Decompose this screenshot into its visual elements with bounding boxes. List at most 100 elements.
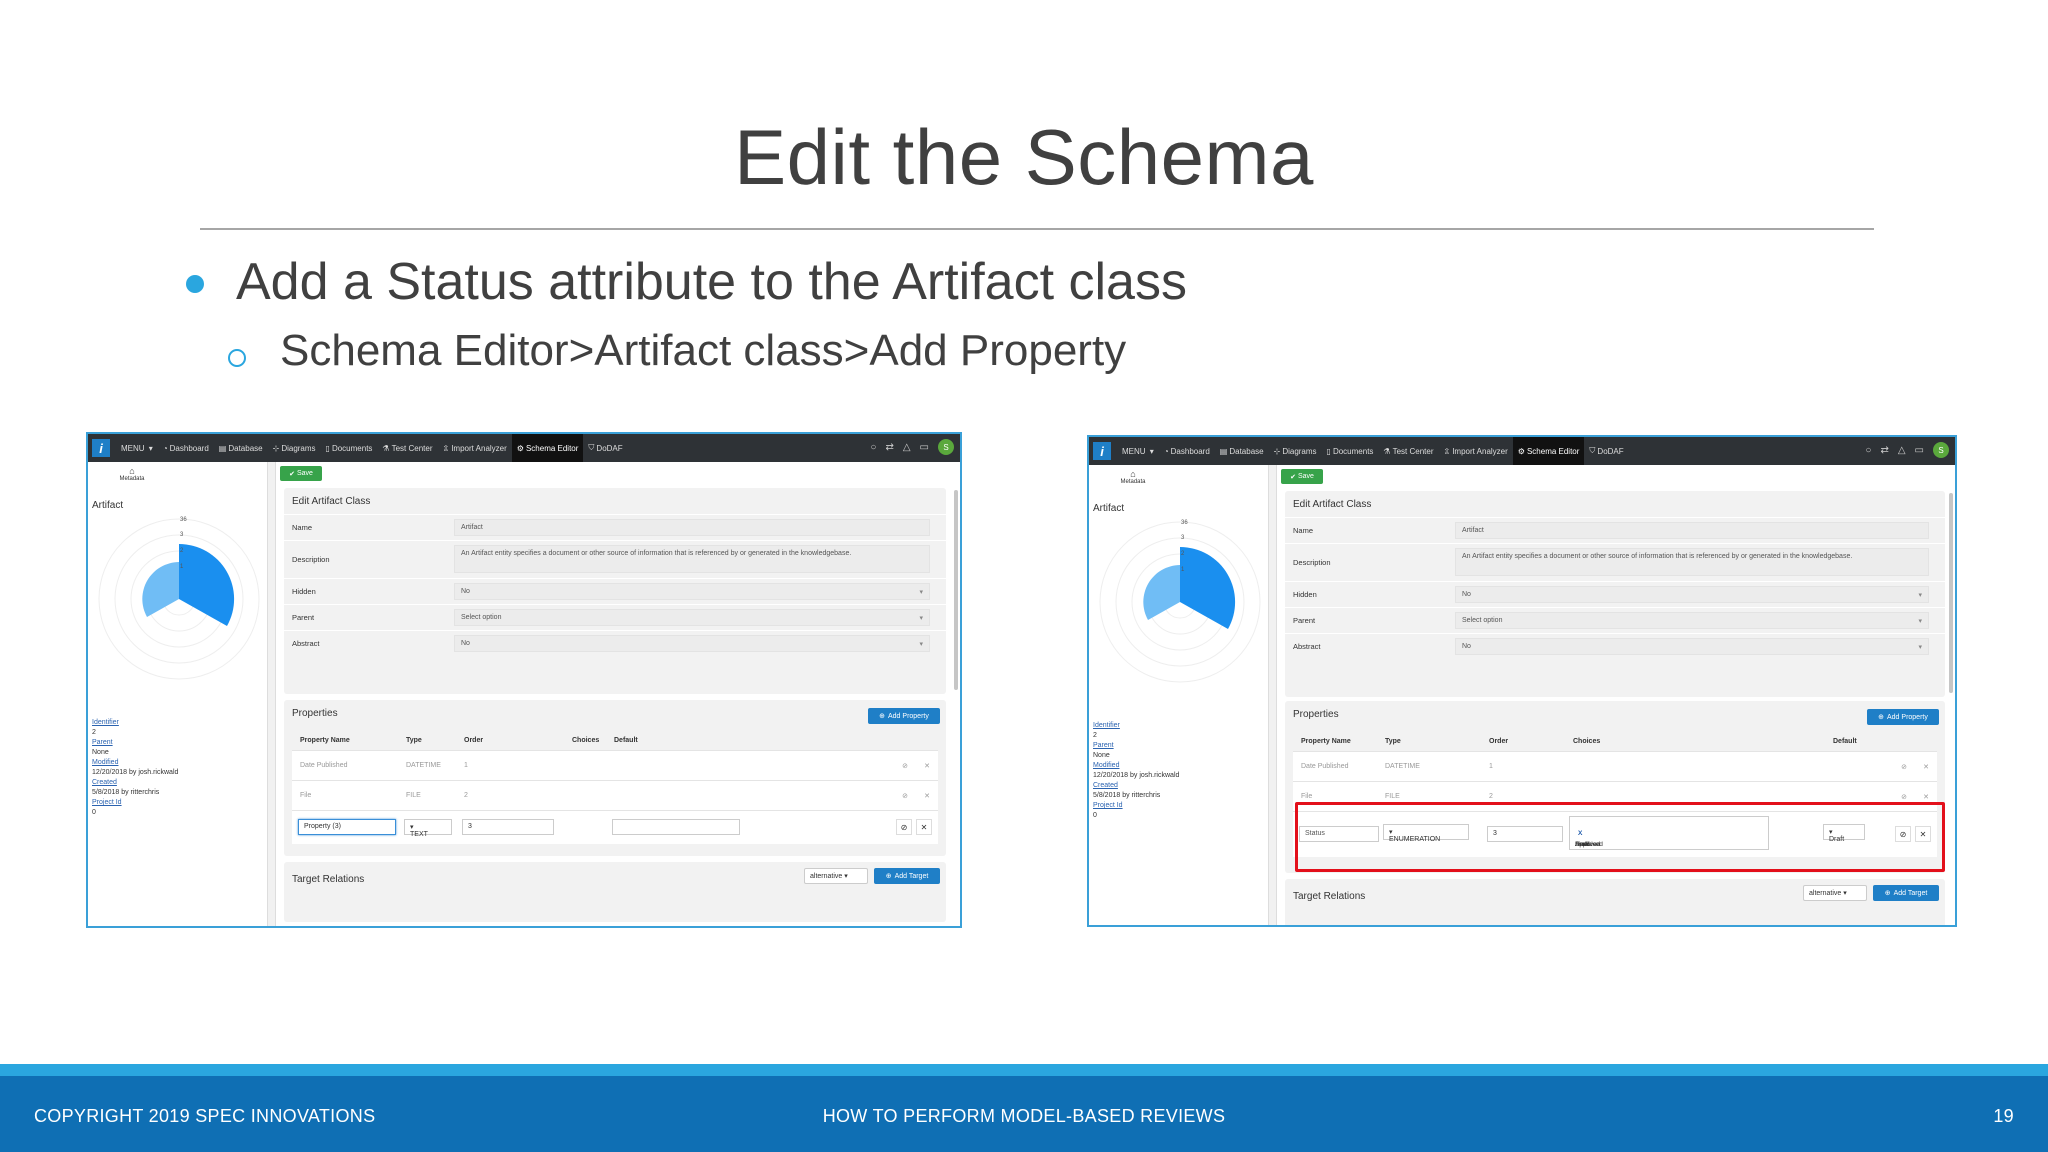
type-select[interactable]: TEXT ▾	[404, 819, 452, 838]
nav-menu[interactable]: MENU ▾	[116, 434, 158, 462]
folder-icon[interactable]: ▭	[920, 442, 929, 453]
hide-toggle-icon[interactable]: ⊘	[896, 819, 912, 835]
relation-select[interactable]: alternative ▾	[804, 868, 868, 884]
new-property-row: Property (3) TEXT ▾ 3 ⊘ ✕	[292, 810, 938, 844]
avatar[interactable]: S	[938, 439, 954, 455]
nav-dodaf[interactable]: ⛉ DoDAF	[1584, 437, 1628, 465]
scrollbar[interactable]	[954, 490, 958, 690]
sync-icon[interactable]: ⇄	[1880, 445, 1888, 456]
footer-stripe	[0, 1064, 2048, 1076]
hide-icon: ⊘	[902, 793, 908, 800]
title-divider	[200, 228, 1874, 230]
nav-diagrams[interactable]: ⊹ Diagrams	[1269, 437, 1322, 465]
gears-icon: ⚙	[1517, 446, 1525, 456]
nav-documents[interactable]: ▯ Documents	[1322, 437, 1379, 465]
hide-icon: ⊘	[1901, 794, 1907, 801]
abstract-row: Abstract No ▾	[1285, 633, 1945, 659]
save-button[interactable]: ✔ Save	[1281, 469, 1323, 484]
default-input[interactable]	[612, 819, 740, 835]
pane-splitter[interactable]	[1269, 465, 1277, 925]
avatar[interactable]: S	[1933, 442, 1949, 458]
target-relations-title: Target Relations	[1293, 891, 1366, 902]
bell-icon[interactable]: △	[903, 442, 911, 453]
property-name-input[interactable]: Property (3)	[298, 819, 396, 835]
close-icon: ✕	[924, 763, 930, 770]
scrollbar[interactable]	[1949, 493, 1953, 693]
chat-icon[interactable]: ○	[870, 442, 876, 453]
save-button[interactable]: ✔ Save	[280, 466, 322, 481]
nav-test-center[interactable]: ⚗ Test Center	[377, 434, 437, 462]
radar-tick: 36	[180, 517, 187, 523]
radar-tick: 36	[1181, 520, 1188, 526]
app-logo-icon[interactable]: i	[1093, 442, 1111, 460]
nav-documents[interactable]: ▯ Documents	[321, 434, 378, 462]
shield-icon: ⛉	[588, 443, 595, 452]
pane-splitter[interactable]	[268, 462, 276, 926]
metadata-tab[interactable]: ⌂ Metadata	[112, 466, 152, 484]
nav-dashboard[interactable]: ◔ Dashboard	[158, 434, 214, 462]
parent-select[interactable]: Select option ▾	[454, 609, 930, 626]
chat-icon[interactable]: ○	[1865, 445, 1871, 456]
radar-slice-primary	[1180, 546, 1236, 629]
table-row[interactable]: Date Published DATETIME 1 ⊘ ✕	[1293, 751, 1937, 781]
name-field[interactable]: Artifact	[1455, 522, 1929, 539]
radar-slice-primary	[179, 543, 235, 626]
order-input[interactable]: 3	[462, 819, 554, 835]
bullet-level-1: Add a Status attribute to the Artifact c…	[186, 252, 1187, 312]
name-field[interactable]: Artifact	[454, 519, 930, 536]
description-row: Description An Artifact entity specifies…	[1285, 543, 1945, 581]
nav-database[interactable]: ▤ Database	[214, 434, 268, 462]
nav-diagrams[interactable]: ⊹ Diagrams	[268, 434, 321, 462]
hide-icon: ⊘	[902, 763, 908, 770]
hidden-select[interactable]: No ▾	[1455, 586, 1929, 603]
bell-icon[interactable]: △	[1898, 445, 1906, 456]
properties-title: Properties	[292, 708, 338, 719]
screenshot-before: i MENU ▾ ◔ Dashboard ▤ Database ⊹ Diagrams …	[86, 432, 962, 928]
close-icon: ✕	[1923, 794, 1929, 801]
flask-icon: ⚗	[1383, 446, 1391, 456]
nav-import-analyzer[interactable]: ⇫ Import Analyzer	[438, 434, 512, 462]
nav-import-analyzer[interactable]: ⇫ Import Analyzer	[1439, 437, 1513, 465]
add-property-button[interactable]: ⊕ Add Property	[868, 708, 940, 724]
parent-select[interactable]: Select option ▾	[1455, 612, 1929, 629]
app-logo-icon[interactable]: i	[92, 439, 110, 457]
radar-chart: 36 3 2 1	[1099, 520, 1261, 683]
abstract-select[interactable]: No ▾	[1455, 638, 1929, 655]
description-field[interactable]: An Artifact entity specifies a document …	[1455, 548, 1929, 576]
bullet-level-2: Schema Editor>Artifact class>Add Propert…	[228, 326, 1126, 376]
nav-test-center[interactable]: ⚗ Test Center	[1378, 437, 1438, 465]
parent-row: Parent Select option ▾	[284, 604, 946, 630]
table-row[interactable]: Date Published DATETIME 1 ⊘ ✕	[292, 750, 938, 780]
metadata-tab[interactable]: ⌂ Metadata	[1113, 469, 1153, 487]
relation-select[interactable]: alternative ▾	[1803, 885, 1867, 901]
bullet-2-text: Schema Editor>Artifact class>Add Propert…	[280, 326, 1127, 375]
folder-icon[interactable]: ▭	[1915, 445, 1924, 456]
slide: Edit the Schema Add a Status attribute t…	[0, 0, 2048, 1152]
check-icon: ✔	[289, 470, 295, 478]
remove-row-icon[interactable]: ✕	[916, 819, 932, 835]
add-target-button[interactable]: ⊕ Add Target	[874, 868, 940, 884]
close-icon: ✕	[1923, 764, 1929, 771]
nav-database[interactable]: ▤ Database	[1215, 437, 1269, 465]
table-row[interactable]: File FILE 2 ⊘ ✕	[292, 780, 938, 810]
nav-menu[interactable]: MENU ▾	[1117, 437, 1159, 465]
radar-chart: 36 3 2 1	[98, 517, 260, 680]
nav-schema-editor[interactable]: ⚙ Schema Editor	[511, 434, 584, 462]
class-name: Artifact	[1093, 503, 1125, 514]
gears-icon: ⚙	[516, 443, 524, 453]
nav-dodaf[interactable]: ⛉ DoDAF	[583, 434, 627, 462]
hidden-select[interactable]: No ▾	[454, 583, 930, 600]
topbar-icons: ○ ⇄ △ ▭ S	[870, 439, 954, 455]
documents-icon: ▯	[325, 443, 330, 453]
footer-title: HOW TO PERFORM MODEL-BASED REVIEWS	[822, 1106, 1226, 1126]
metadata-list: Identifier 2 Parent None Modified 12/20/…	[92, 719, 179, 816]
sync-icon[interactable]: ⇄	[885, 442, 893, 453]
add-property-button[interactable]: ⊕ Add Property	[1867, 709, 1939, 725]
nav-dashboard[interactable]: ◔ Dashboard	[1159, 437, 1215, 465]
app-topbar: i MENU ▾ ◔ Dashboard ▤ Database ⊹ Diagrams …	[1089, 437, 1955, 465]
add-target-button[interactable]: ⊕ Add Target	[1873, 885, 1939, 901]
nav-schema-editor[interactable]: ⚙ Schema Editor	[1512, 437, 1585, 465]
description-field[interactable]: An Artifact entity specifies a document …	[454, 545, 930, 573]
abstract-select[interactable]: No ▾	[454, 635, 930, 652]
name-row: Name Artifact	[1285, 517, 1945, 543]
